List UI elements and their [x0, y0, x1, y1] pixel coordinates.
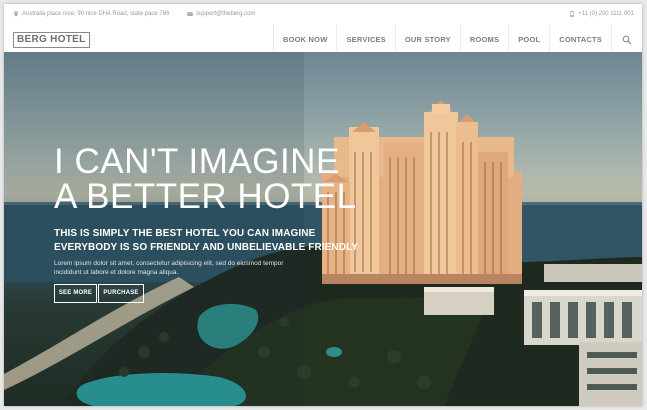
hero-subtitle-line2: EVERYBODY IS SO FRIENDLY AND UNBELIEVABL…: [54, 242, 359, 253]
see-more-button[interactable]: SEE MORE: [54, 284, 97, 303]
map-pin-icon: [14, 11, 18, 17]
page-frame: Australia place nice, 90 nice DHA Road, …: [4, 4, 642, 406]
purchase-button[interactable]: PURCHASE: [98, 284, 144, 303]
hero-subtitle-line1: THIS IS SIMPLY THE BEST HOTEL YOU CAN IM…: [54, 228, 316, 239]
site-logo[interactable]: BERG HOTEL: [13, 32, 90, 48]
hero-section: I CAN'T IMAGINE A BETTER HOTEL THIS IS S…: [4, 52, 642, 406]
hero-title-line1: I CAN'T IMAGINE: [54, 142, 340, 181]
email-text[interactable]: support@theberg.com: [196, 4, 255, 24]
address-info: Australia place nice, 90 nice DHA Road, …: [13, 4, 169, 24]
address-text: Australia place nice, 90 nice DHA Road, …: [22, 11, 170, 17]
hero-title: I CAN'T IMAGINE A BETTER HOTEL: [54, 144, 357, 214]
phone-text: +11 (0) 200 1111 001: [578, 11, 634, 17]
contact-bar: Australia place nice, 90 nice DHA Road, …: [4, 4, 642, 25]
envelope-icon: [187, 11, 193, 16]
phone-info: +11 (0) 200 1111 001: [569, 4, 634, 24]
search-icon: [622, 35, 632, 45]
hero-title-line2: A BETTER HOTEL: [54, 177, 357, 216]
phone-icon: [570, 11, 575, 17]
email-info[interactable]: support@theberg.com: [187, 4, 255, 24]
hero-description: Lorem ipsum dolor sit amet, consectetur …: [54, 260, 284, 276]
